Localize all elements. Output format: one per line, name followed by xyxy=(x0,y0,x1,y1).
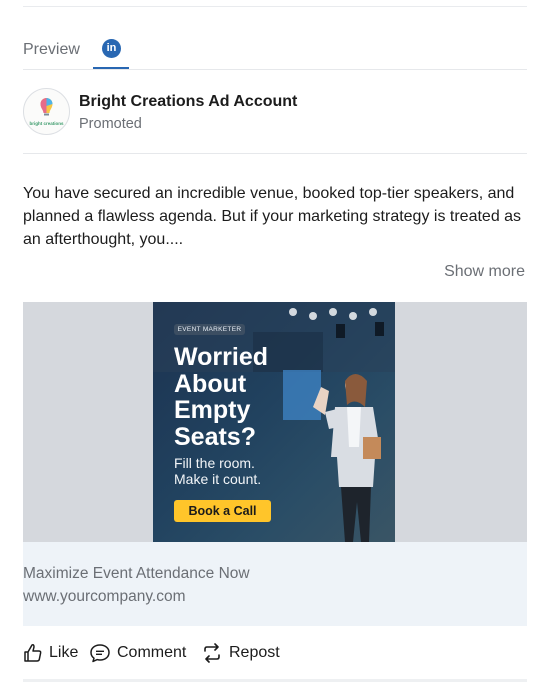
post-body-text: You have secured an incredible venue, bo… xyxy=(23,185,522,248)
tab-preview-label: Preview xyxy=(23,41,80,58)
linkedin-icon: in xyxy=(102,39,121,58)
like-label: Like xyxy=(49,644,79,661)
preview-tabs: Preview in xyxy=(23,36,527,70)
repost-icon xyxy=(204,643,220,663)
ad-caption[interactable]: Maximize Event Attendance Now www.yourco… xyxy=(23,542,527,626)
comment-label: Comment xyxy=(117,644,187,661)
post-header: bright creations Bright Creations Ad Acc… xyxy=(23,88,527,138)
tabs-divider xyxy=(23,69,527,70)
event-marketer-badge: EVENT MARKETER xyxy=(174,324,245,335)
creative-headline: Worried About Empty Seats? xyxy=(174,343,268,451)
repost-button[interactable]: Repost xyxy=(201,640,280,666)
post-actions: Like Comment Repost xyxy=(23,640,527,666)
book-a-call-button[interactable]: Book a Call xyxy=(174,500,271,522)
logo-wordmark: bright creations xyxy=(29,121,64,126)
tab-linkedin[interactable]: in xyxy=(93,36,129,69)
creative-subline: Fill the room. Make it count. xyxy=(174,455,262,487)
thumbs-up-icon xyxy=(24,644,42,662)
comment-button[interactable]: Comment xyxy=(89,640,186,666)
ad-url: www.yourcompany.com xyxy=(23,588,186,605)
top-divider xyxy=(23,6,527,7)
avatar[interactable]: bright creations xyxy=(23,88,70,135)
header-divider xyxy=(23,153,527,154)
comment-icon xyxy=(90,644,110,663)
like-button[interactable]: Like xyxy=(23,640,78,666)
repost-label: Repost xyxy=(229,644,280,661)
ad-creative-image[interactable]: EVENT MARKETER Worried About Empty Seats… xyxy=(153,302,395,542)
account-name[interactable]: Bright Creations Ad Account xyxy=(79,93,297,111)
promoted-label: Promoted xyxy=(79,116,142,132)
show-more-link[interactable]: Show more xyxy=(444,263,525,281)
ad-headline: Maximize Event Attendance Now xyxy=(23,565,250,582)
bright-creations-logo xyxy=(40,98,53,116)
speaker-figure-graphic xyxy=(313,374,381,542)
bottom-divider xyxy=(23,679,527,682)
